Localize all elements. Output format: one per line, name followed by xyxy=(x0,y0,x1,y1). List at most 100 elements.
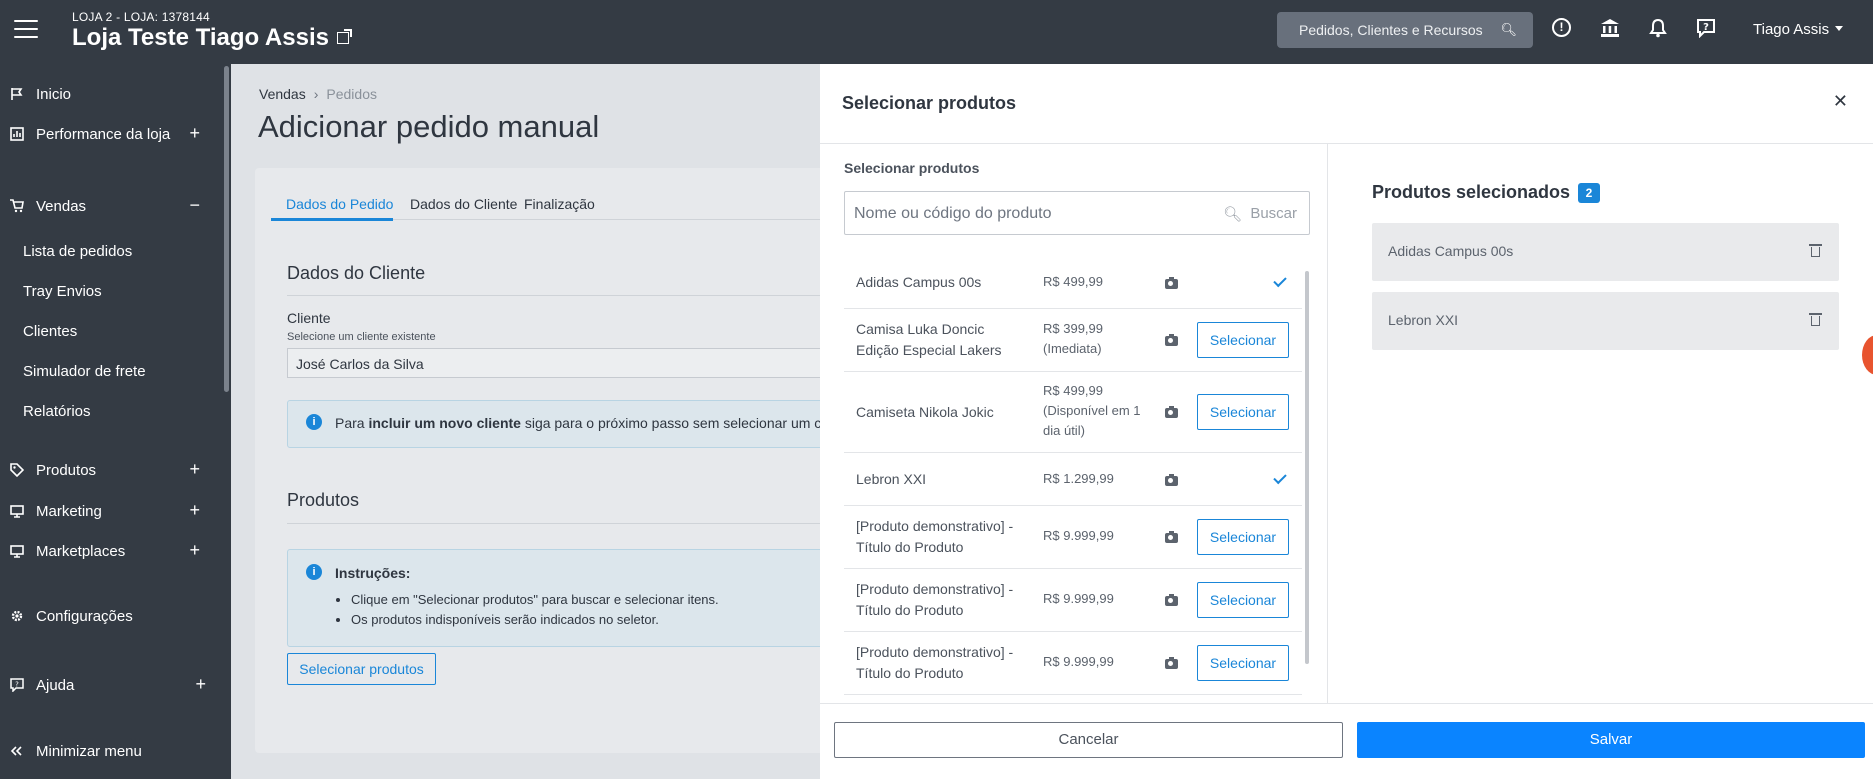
selected-count-badge: 2 xyxy=(1578,183,1600,203)
sidebar-subitem-simulador-frete[interactable]: Simulador de frete xyxy=(23,363,146,380)
sidebar-item-configuracoes[interactable]: Configurações xyxy=(0,602,224,632)
sidebar-item-marketplaces[interactable]: Marketplaces + xyxy=(0,537,224,567)
product-name: Lebron XXI xyxy=(856,471,927,487)
sidebar-item-vendas[interactable]: Vendas − xyxy=(0,192,224,222)
info-prefix: Para xyxy=(335,415,369,431)
sidebar-item-produtos[interactable]: Produtos + xyxy=(0,456,224,486)
chart-icon xyxy=(10,127,24,141)
plus-icon[interactable]: + xyxy=(189,459,200,480)
instruction-item: Os produtos indisponíveis serão indicado… xyxy=(351,612,719,627)
sidebar-item-inicio[interactable]: Inicio xyxy=(0,80,224,110)
camera-icon[interactable] xyxy=(1165,334,1178,346)
page-title: Adicionar pedido manual xyxy=(258,109,600,144)
select-product-button[interactable]: Selecionar xyxy=(1197,322,1289,358)
tab-dados-pedido[interactable]: Dados do Pedido xyxy=(286,196,393,212)
close-icon[interactable]: ✕ xyxy=(1833,91,1848,112)
store-name-text: Loja Teste Tiago Assis xyxy=(72,24,329,51)
sidebar-item-minimizar[interactable]: Minimizar menu xyxy=(0,737,224,767)
search-button[interactable]: Buscar xyxy=(1250,205,1297,222)
product-list-scrollbar[interactable] xyxy=(1305,271,1309,664)
sidebar-scrollbar[interactable] xyxy=(224,66,229,392)
help-chat-icon[interactable]: ? xyxy=(1696,18,1718,40)
bank-icon[interactable] xyxy=(1600,18,1622,40)
save-button[interactable]: Salvar xyxy=(1357,722,1865,758)
camera-icon[interactable] xyxy=(1165,657,1178,669)
product-name: Adidas Campus 00s xyxy=(856,274,982,290)
product-row: [Produto demonstrativo] - Título do Prod… xyxy=(844,506,1302,569)
select-product-button[interactable]: Selecionar xyxy=(1197,519,1289,555)
check-icon xyxy=(1273,470,1287,485)
sidebar-item-label: Produtos xyxy=(36,462,97,479)
product-price: R$ 499,99 xyxy=(1043,274,1103,289)
external-link-icon[interactable] xyxy=(336,29,352,44)
cliente-help: Selecione um cliente existente xyxy=(287,331,436,343)
sidebar-item-label: Vendas xyxy=(36,198,87,215)
sidebar-subitem-relatorios[interactable]: Relatórios xyxy=(23,403,91,420)
new-client-info-text: Para incluir um novo cliente siga para o… xyxy=(335,415,828,431)
search-icon[interactable]: 🔍︎ xyxy=(1500,22,1517,38)
selected-product-name: Adidas Campus 00s xyxy=(1388,243,1514,259)
camera-icon[interactable] xyxy=(1165,277,1178,289)
select-product-button[interactable]: Selecionar xyxy=(1197,394,1289,430)
chevron-right-icon: › xyxy=(313,86,319,102)
sidebar-item-label: Ajuda xyxy=(36,677,75,694)
svg-text:?: ? xyxy=(1703,22,1709,33)
camera-icon[interactable] xyxy=(1165,406,1178,418)
plus-icon[interactable]: + xyxy=(189,500,200,521)
cliente-label: Cliente xyxy=(287,310,331,326)
trash-icon[interactable] xyxy=(1809,313,1822,326)
camera-icon[interactable] xyxy=(1165,474,1178,486)
search-icon[interactable]: 🔍︎ xyxy=(1223,205,1242,223)
selected-products-panel: Produtos selecionados 2 Adidas Campus 00… xyxy=(1328,144,1873,703)
product-name: [Produto demonstrativo] - Título do Prod… xyxy=(856,644,1014,681)
breadcrumb-pedidos[interactable]: Pedidos xyxy=(326,86,377,102)
svg-text:?: ? xyxy=(15,681,19,689)
plus-icon[interactable]: + xyxy=(189,123,200,144)
chat-help-icon: ? xyxy=(10,678,24,692)
product-row: [Produto demonstrativo] - Título do Prod… xyxy=(844,569,1302,632)
global-search-input[interactable]: Pedidos, Clientes e Recursos 🔍︎ xyxy=(1277,12,1533,48)
instructions-list: Clique em "Selecionar produtos" para bus… xyxy=(335,592,719,632)
tab-dados-cliente[interactable]: Dados do Cliente xyxy=(410,196,517,212)
sidebar-item-label: Inicio xyxy=(36,86,72,103)
tag-icon xyxy=(10,463,24,477)
sidebar-subitem-tray-envios[interactable]: Tray Envios xyxy=(23,283,102,300)
product-search-panel: Selecionar produtos Nome ou código do pr… xyxy=(820,144,1328,703)
monitor-icon xyxy=(10,545,24,558)
bell-icon[interactable] xyxy=(1648,18,1670,40)
trash-icon[interactable] xyxy=(1809,244,1822,257)
select-product-button[interactable]: Selecionar xyxy=(1197,582,1289,618)
breadcrumb-vendas[interactable]: Vendas xyxy=(259,86,306,102)
alert-icon[interactable]: ! xyxy=(1552,18,1574,40)
sidebar-subitem-clientes[interactable]: Clientes xyxy=(23,323,77,340)
instruction-item: Clique em "Selecionar produtos" para bus… xyxy=(351,592,719,607)
tab-finalizacao[interactable]: Finalização xyxy=(524,196,595,212)
plus-icon[interactable]: + xyxy=(195,674,206,695)
camera-icon[interactable] xyxy=(1165,531,1178,543)
sidebar-item-performance[interactable]: Performance da loja + xyxy=(0,120,224,150)
selected-product-name: Lebron XXI xyxy=(1388,312,1459,328)
select-product-button[interactable]: Selecionar xyxy=(1197,645,1289,681)
plus-icon[interactable]: + xyxy=(189,540,200,561)
minus-icon[interactable]: − xyxy=(189,195,200,216)
product-row: Adidas Campus 00s R$ 499,99 xyxy=(844,256,1302,309)
selected-product-item: Lebron XXI xyxy=(1372,292,1839,350)
modal-title: Selecionar produtos xyxy=(842,93,1017,113)
top-bar: LOJA 2 - LOJA: 1378144 Loja Teste Tiago … xyxy=(0,0,1873,64)
sidebar-item-label: Configurações xyxy=(36,608,133,625)
sidebar-subitem-lista-pedidos[interactable]: Lista de pedidos xyxy=(23,243,132,260)
chevron-down-icon xyxy=(1835,26,1844,31)
select-products-button[interactable]: Selecionar produtos xyxy=(287,653,436,685)
product-price: R$ 499,99 (Disponível em 1 dia útil) xyxy=(1043,383,1141,438)
cancel-button[interactable]: Cancelar xyxy=(834,722,1343,758)
product-name: [Produto demonstrativo] - Título do Prod… xyxy=(856,581,1014,618)
product-search-input[interactable]: Nome ou código do produto 🔍︎ Buscar xyxy=(844,191,1310,235)
product-price: R$ 9.999,99 xyxy=(1043,654,1114,669)
sidebar-item-marketing[interactable]: Marketing + xyxy=(0,497,224,527)
select-products-modal: Selecionar produtos ✕ Selecionar produto… xyxy=(820,64,1873,779)
camera-icon[interactable] xyxy=(1165,594,1178,606)
user-menu[interactable]: Tiago Assis xyxy=(1753,21,1844,38)
store-code: LOJA 2 - LOJA: 1378144 xyxy=(72,10,210,24)
hamburger-menu-icon[interactable] xyxy=(14,20,38,40)
sidebar-item-ajuda[interactable]: ? Ajuda + xyxy=(0,671,224,701)
